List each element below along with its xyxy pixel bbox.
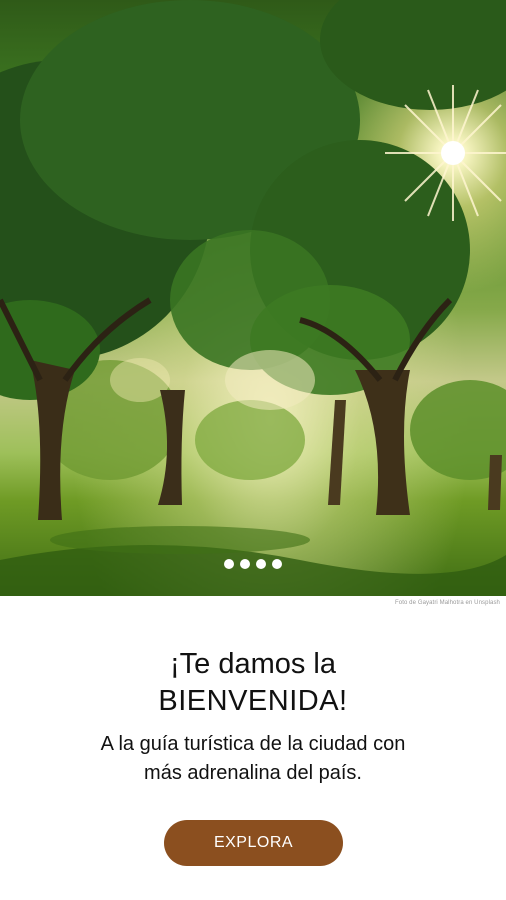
welcome-subtitle: A la guía turística de la ciudad con más… [40, 730, 466, 788]
photo-credit: Foto de Gayatri Malhotra en Unsplash [395, 600, 500, 606]
carousel-dot-1[interactable] [224, 559, 234, 569]
carousel-dot-2[interactable] [240, 559, 250, 569]
explore-button[interactable]: EXPLORA [164, 820, 343, 866]
hero-image [0, 0, 506, 596]
carousel-dot-4[interactable] [272, 559, 282, 569]
carousel-indicator[interactable] [0, 559, 506, 569]
welcome-title: ¡Te damos la BIENVENIDA! [0, 646, 506, 720]
welcome-subtitle-line1: A la guía turística de la ciudad con [100, 733, 406, 755]
park-illustration [0, 0, 506, 596]
welcome-subtitle-line2: más adrenalina del país. [144, 762, 362, 784]
carousel-dot-3[interactable] [256, 559, 266, 569]
welcome-title-line2: BIENVENIDA! [158, 685, 348, 717]
welcome-title-line1: ¡Te damos la [169, 648, 336, 680]
